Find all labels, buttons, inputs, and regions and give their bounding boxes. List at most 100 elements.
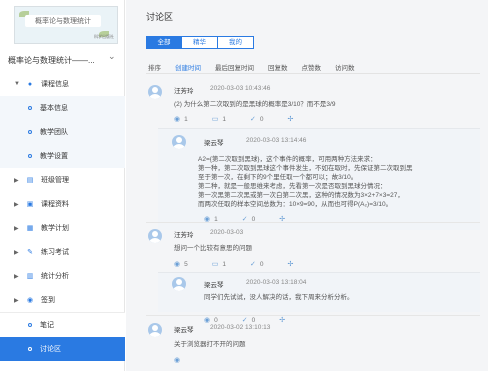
likes-stat[interactable]: ✓ 0 <box>249 115 264 124</box>
chevron-down-icon: ▼ <box>14 81 20 87</box>
course-cover-image[interactable]: 概率论与数理统计 科学出版社 <box>14 6 118 44</box>
bullet-icon <box>28 106 32 110</box>
avatar[interactable] <box>172 135 186 149</box>
bullet-icon <box>28 347 32 351</box>
comment-icon: ▭ <box>211 116 219 123</box>
comment-icon: ▭ <box>211 261 219 268</box>
likes-count: 0 <box>259 115 264 123</box>
sort-label: 排序 <box>148 65 161 72</box>
sidebar-item-class-management[interactable]: ▶ ▤ 班级管理 <box>0 168 125 192</box>
reply-author[interactable]: 梁云琴 <box>204 279 224 289</box>
chevron-right-icon: ▶ <box>14 249 19 256</box>
sidebar-item-course-materials[interactable]: ▶ ▣ 课程资料 <box>0 192 125 216</box>
bullet-icon <box>28 154 32 158</box>
reply-time: 2020-03-03 13:14:46 <box>246 137 307 144</box>
post-author[interactable]: 汪芳玲 <box>174 229 194 239</box>
replies-count: 1 <box>222 260 226 268</box>
sidebar-item-sign-in[interactable]: ▶ ◉ 签到 <box>0 288 125 312</box>
reply-line: 至于第一次，在剩下的9个里任取一个都可以；故3/10。 <box>198 174 358 181</box>
views-count: 1 <box>184 115 188 123</box>
sidebar-item-notes[interactable]: 笔记 <box>0 313 125 337</box>
sidebar-item-label: 教学设置 <box>40 153 68 160</box>
sidebar-item-label: 练习考试 <box>41 249 69 256</box>
reply-content: A2={第二次取到黑球}，这个事件的概率，可用两种方法来求： 第一种，第二次取到… <box>198 155 478 209</box>
views-stat: ◉ 0 <box>204 316 218 325</box>
chevron-down-icon[interactable]: ⌄ <box>108 51 116 62</box>
sidebar-item-label: 统计分析 <box>41 273 69 280</box>
post-time: 2020-03-03 <box>210 229 244 236</box>
reply-line: 第二种，就是一般思维来考虑，先看第一次是否取到黑球分情况： <box>198 183 387 190</box>
thumb-up-icon: ✓ <box>241 317 248 324</box>
tab-all[interactable]: 全部 <box>146 36 182 49</box>
divider <box>146 315 480 316</box>
reply-author[interactable]: 梁云琴 <box>204 137 224 147</box>
sort-view-count[interactable]: 访问数 <box>335 62 355 72</box>
sidebar-item-label: 笔记 <box>40 322 54 329</box>
sidebar-item-statistics[interactable]: ▶ ▥ 统计分析 <box>0 264 125 288</box>
avatar[interactable] <box>172 277 186 291</box>
views-count: 5 <box>184 260 188 268</box>
sort-like-count[interactable]: 点赞数 <box>302 62 322 72</box>
sidebar-item-teaching-settings[interactable]: 教学设置 <box>0 144 125 168</box>
reply-line: 第一次黑第二次黑或第一次白第二次黑，这种的情况数为3×2+7×3=27， <box>198 192 404 199</box>
info-icon: ● <box>27 80 33 88</box>
pin-icon: ✢ <box>287 116 294 123</box>
tab-mine[interactable]: 我的 <box>218 36 254 49</box>
likes-count: 0 <box>251 316 256 324</box>
discussion-tabs: 全部 精华 我的 <box>146 36 254 49</box>
sidebar-item-label: 讨论区 <box>40 346 61 353</box>
reply-line: 而两次任取的样本空间总数为：10×9=90，从而也可得P(A₂)=3/10。 <box>198 201 393 208</box>
replies-stat[interactable]: ▭ 1 <box>211 115 226 124</box>
chevron-right-icon: ▶ <box>14 177 19 184</box>
course-title[interactable]: 概率论与数理统计——... <box>8 55 120 66</box>
eye-icon: ◉ <box>174 357 181 364</box>
thumb-up-icon: ✓ <box>249 116 256 123</box>
sort-reply-count[interactable]: 回复数 <box>268 62 288 72</box>
sidebar-menu: ▼ ● 课程信息 基本信息 教学团队 教学设置 ▶ ▤ 班级管理 ▶ ▣ 课程资… <box>0 72 125 361</box>
likes-stat[interactable]: ✓ 0 <box>249 260 264 269</box>
cover-publisher: 科学出版社 <box>94 34 114 39</box>
avatar[interactable] <box>148 85 162 99</box>
reply-time: 2020-03-03 13:18:04 <box>246 279 307 286</box>
plan-icon: ▦ <box>26 225 34 232</box>
avatar[interactable] <box>148 323 162 337</box>
replies-stat[interactable]: ▭ 1 <box>211 260 226 269</box>
reply-item: 梁云琴 2020-03-03 13:18:04 同学们先试试，没人解决的话，我下… <box>158 272 480 312</box>
sidebar-item-basic-info[interactable]: 基本信息 <box>0 96 125 120</box>
chevron-right-icon: ▶ <box>14 273 19 280</box>
sidebar-item-teaching-plan[interactable]: ▶ ▦ 教学计划 <box>0 216 125 240</box>
sidebar-item-label: 课程资料 <box>41 201 69 208</box>
sidebar-item-teaching-team[interactable]: 教学团队 <box>0 120 125 144</box>
folder-icon: ▣ <box>26 201 34 208</box>
more-action[interactable]: ✢ <box>279 316 289 324</box>
post-content[interactable]: 想问一个比较有意思的问题 <box>174 244 252 253</box>
post-author[interactable]: 梁云琴 <box>174 324 194 334</box>
eye-icon: ◉ <box>174 261 181 268</box>
replies-count: 1 <box>222 115 226 123</box>
post-author[interactable]: 汪芳玲 <box>174 85 194 95</box>
thumb-up-icon: ✓ <box>249 261 256 268</box>
post-content[interactable]: (2) 为什么第二次取到的是黑球的概率是3/10？而不是3/9 <box>174 100 335 109</box>
class-icon: ▤ <box>26 177 34 184</box>
more-action[interactable]: ✢ <box>287 260 297 268</box>
post-content[interactable]: 关于浏览器打不开的问题 <box>174 340 246 349</box>
chevron-right-icon: ▶ <box>14 225 19 232</box>
likes-stat[interactable]: ✓ 0 <box>241 316 256 325</box>
sidebar-item-discussion[interactable]: 讨论区 <box>0 337 125 361</box>
post-stats: ◉ 1 ▭ 1 ✓ 0 ✢ <box>174 115 321 124</box>
sidebar-item-exercises-exams[interactable]: ▶ ✎ 练习考试 <box>0 240 125 264</box>
exam-icon: ✎ <box>27 249 33 256</box>
tab-featured[interactable]: 精华 <box>182 36 218 49</box>
sort-last-reply-time[interactable]: 最后回复时间 <box>215 62 254 72</box>
views-stat: ◉ <box>174 356 184 364</box>
sidebar-item-course-info[interactable]: ▼ ● 课程信息 <box>0 72 125 96</box>
post-time: 2020-03-03 10:43:46 <box>210 85 271 92</box>
more-action[interactable]: ✢ <box>287 115 297 123</box>
reply-stats: ◉ 0 ✓ 0 ✢ <box>204 316 313 325</box>
pin-icon: ✢ <box>279 317 286 324</box>
chevron-right-icon: ▶ <box>14 201 19 208</box>
avatar[interactable] <box>148 229 162 243</box>
eye-icon: ◉ <box>174 116 181 123</box>
sort-created-time[interactable]: 创建时间 <box>175 62 201 72</box>
sidebar-item-label: 课程信息 <box>41 81 69 88</box>
